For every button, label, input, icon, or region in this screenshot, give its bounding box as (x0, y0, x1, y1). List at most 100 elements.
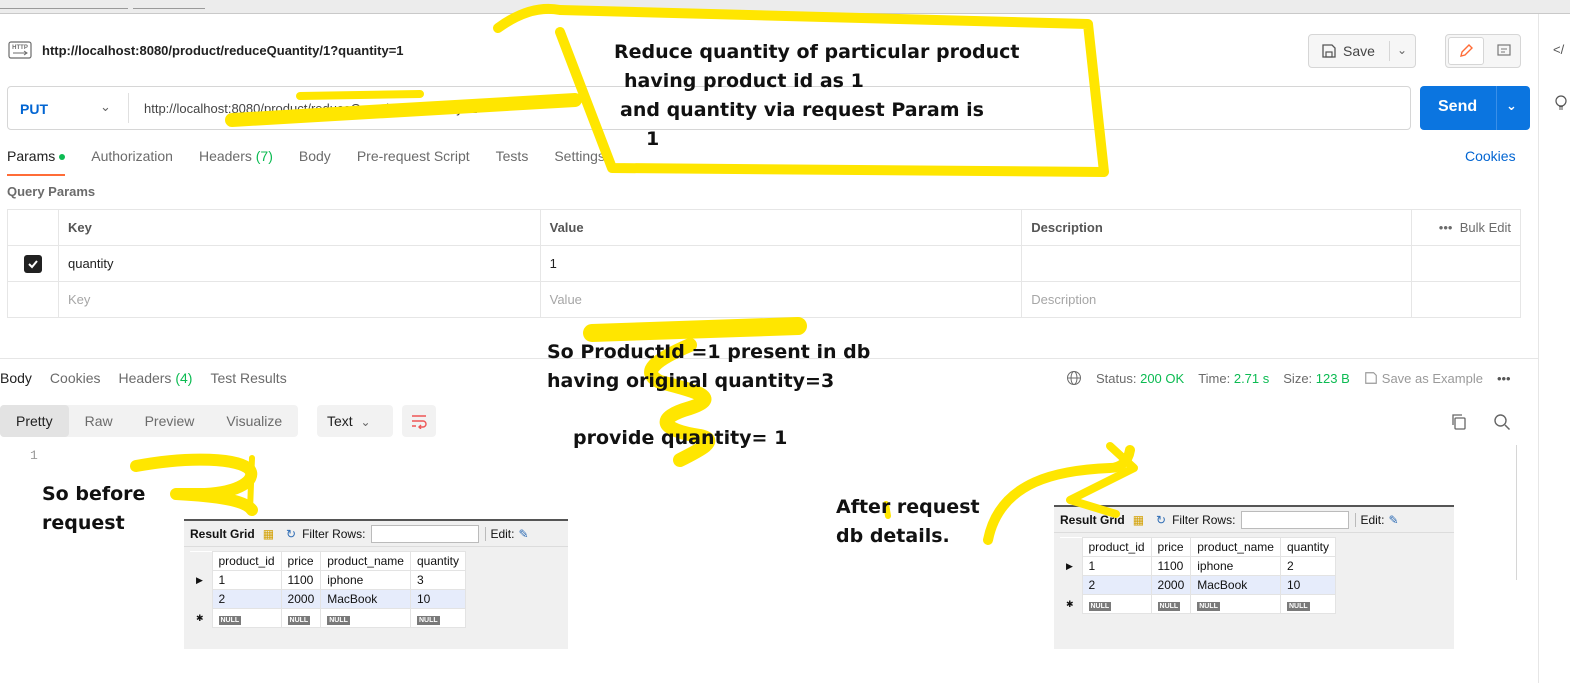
format-select[interactable]: Text ⌄ (317, 405, 393, 437)
code-icon[interactable]: </ (1553, 42, 1564, 57)
chevron-down-icon[interactable]: ⌄ (100, 99, 111, 115)
response-status-bar: Status: 200 OK Time: 2.71 s Size: 123 B … (1066, 370, 1511, 386)
save-as-example-button[interactable]: Save as Example (1364, 371, 1483, 386)
chevron-down-icon[interactable]: ⌄ (1397, 43, 1407, 57)
table-row[interactable]: 2 2000 MacBook 10 (1060, 575, 1337, 595)
table-row[interactable]: ✱ NULL NULL NULL NULL (1060, 594, 1337, 614)
table-header-row: product_id price product_name quantity (1060, 537, 1337, 557)
tab-body[interactable]: Body (299, 148, 331, 174)
response-time: Time: 2.71 s (1198, 370, 1270, 386)
bulk-edit-button[interactable]: ••• Bulk Edit (1439, 220, 1511, 235)
svg-text:HTTP: HTTP (12, 45, 28, 51)
save-button[interactable]: Save ⌄ (1308, 34, 1416, 68)
edit-mode-button[interactable] (1448, 37, 1484, 65)
table-row[interactable]: ▶ 1 1100 iphone 2 (1060, 556, 1337, 576)
globe-icon[interactable] (1066, 370, 1082, 386)
param-description[interactable] (1021, 245, 1413, 282)
annotation-middle: So ProductId =1 present in db having ori… (547, 341, 871, 392)
db-result-grid-after: Result Grid ▦ ↻ Filter Rows: Edit: ✎ pro… (1054, 495, 1454, 649)
http-icon: HTTP (8, 40, 32, 60)
search-icon[interactable] (1493, 413, 1511, 431)
window-top-bar (0, 0, 1570, 14)
tab-tests[interactable]: Tests (496, 148, 529, 174)
cookies-link[interactable]: Cookies (1465, 148, 1516, 164)
method-select[interactable]: PUT (20, 101, 48, 117)
chevron-down-icon: ⌄ (360, 415, 371, 429)
request-title[interactable]: http://localhost:8080/product/reduceQuan… (42, 43, 404, 58)
key-input[interactable]: Key (57, 281, 541, 318)
query-params-table: Key Value Description ••• Bulk Edit quan… (7, 209, 1521, 318)
copy-icon[interactable] (1450, 413, 1468, 431)
more-icon[interactable]: ••• (1497, 371, 1511, 386)
grid-icon[interactable]: ▦ (263, 527, 274, 541)
value-input[interactable]: Value (539, 281, 1023, 318)
tab-response-cookies[interactable]: Cookies (50, 370, 101, 392)
result-table: product_id price product_name quantity ▶… (1060, 537, 1337, 614)
db-result-grid-before: Result Grid ▦ ↻ Filter Rows: Edit: ✎ pro… (184, 507, 568, 649)
tab-response-headers[interactable]: Headers (4) (119, 370, 193, 392)
table-row: quantity 1 (7, 245, 1521, 282)
table-header-row: product_id price product_name quantity (190, 551, 467, 571)
lightbulb-icon[interactable] (1553, 94, 1569, 112)
refresh-icon[interactable]: ↻ (286, 527, 296, 541)
edit-icon[interactable]: ✎ (1388, 513, 1398, 527)
grid-icon[interactable]: ▦ (1133, 513, 1144, 527)
result-table: product_id price product_name quantity ▶… (190, 551, 467, 628)
annotation-top: Reduce quantity of particular product ha… (614, 41, 1020, 150)
filter-rows-input[interactable] (371, 524, 480, 543)
window-tab-strip[interactable] (0, 0, 128, 9)
window-tab-strip[interactable] (133, 0, 205, 9)
table-row[interactable]: ▶ 1 1100 iphone 3 (190, 570, 467, 590)
response-view-tabs: Pretty Raw Preview Visualize (0, 405, 299, 437)
description-input[interactable]: Description (1021, 281, 1413, 318)
documentation-mode-button[interactable] (1488, 37, 1520, 65)
url-input[interactable]: http://localhost:8080/product/reduceQuan… (144, 101, 478, 116)
tab-authorization[interactable]: Authorization (91, 148, 173, 174)
save-icon (1364, 371, 1377, 384)
tab-headers[interactable]: Headers (7) (199, 148, 273, 174)
request-tabs: Params Authorization Headers (7) Body Pr… (7, 148, 631, 176)
wrap-lines-button[interactable] (402, 405, 436, 437)
param-key[interactable]: quantity (57, 245, 541, 282)
tab-pretty[interactable]: Pretty (0, 405, 69, 437)
tab-test-results[interactable]: Test Results (210, 370, 286, 392)
result-grid-label: Result Grid (190, 526, 255, 541)
edit-icon[interactable]: ✎ (518, 527, 528, 541)
tab-preview[interactable]: Preview (129, 405, 211, 437)
annotation-provide: provide quantity= 1 (573, 427, 788, 449)
line-number: 1 (30, 448, 38, 463)
more-icon[interactable]: ••• (1439, 220, 1453, 235)
param-checkbox[interactable] (23, 254, 42, 273)
view-mode-toggle[interactable] (1445, 34, 1521, 68)
response-scrollbar[interactable] (1516, 445, 1517, 580)
right-sidebar: </ (1538, 14, 1570, 683)
status-badge: Status: 200 OK (1096, 370, 1185, 386)
send-button[interactable]: Send ⌄ (1420, 86, 1530, 130)
tab-pre-request-script[interactable]: Pre-request Script (357, 148, 470, 174)
params-indicator (59, 154, 66, 161)
tab-params[interactable]: Params (7, 148, 66, 176)
save-label: Save (1343, 43, 1375, 59)
chevron-down-icon[interactable]: ⌄ (1506, 98, 1517, 114)
response-tabs: Body Cookies Headers (4) Test Results (0, 370, 305, 392)
annotation-before: So before request (42, 483, 146, 534)
annotation-after: After request db details. (836, 496, 980, 547)
table-row[interactable]: 2 2000 MacBook 10 (190, 589, 467, 609)
filter-rows-input[interactable] (1241, 510, 1350, 529)
column-value: Value (539, 209, 1023, 246)
result-grid-toolbar: Result Grid ▦ ↻ Filter Rows: Edit: ✎ (184, 521, 568, 547)
result-grid-toolbar: Result Grid ▦ ↻ Filter Rows: Edit: ✎ (1054, 507, 1454, 533)
tab-response-body[interactable]: Body (0, 370, 32, 392)
table-header-row: Key Value Description ••• Bulk Edit (7, 209, 1521, 246)
table-row: Key Value Description (7, 281, 1521, 318)
column-key: Key (57, 209, 541, 246)
check-icon (28, 259, 38, 268)
send-label: Send (1438, 98, 1478, 115)
table-row[interactable]: ✱ NULL NULL NULL NULL (190, 608, 467, 628)
tab-raw[interactable]: Raw (69, 405, 129, 437)
tab-settings[interactable]: Settings (554, 148, 605, 174)
param-value[interactable]: 1 (539, 245, 1023, 282)
tab-visualize[interactable]: Visualize (210, 405, 298, 437)
save-icon (1322, 44, 1336, 58)
refresh-icon[interactable]: ↻ (1156, 513, 1166, 527)
